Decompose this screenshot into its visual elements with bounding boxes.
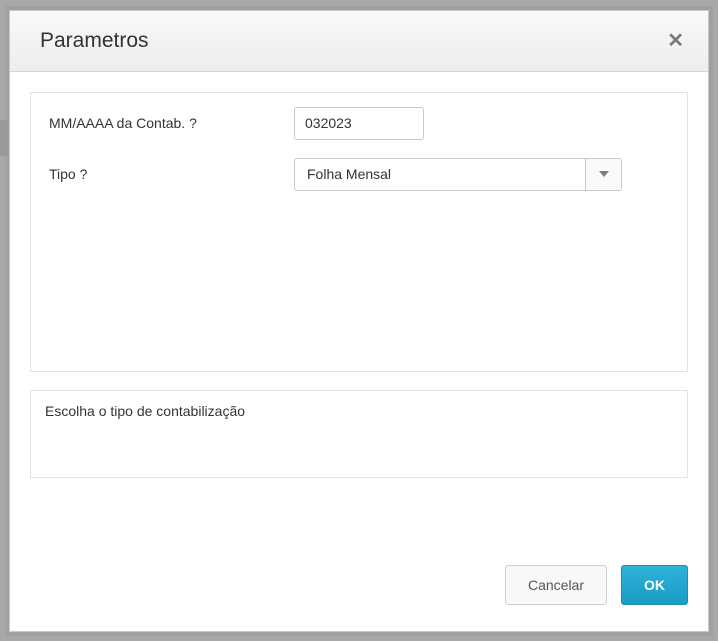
background-tab — [0, 120, 8, 156]
dialog-body: MM/AAAA da Contab. ? Tipo ? Folha Mensal… — [10, 72, 708, 541]
date-label: MM/AAAA da Contab. ? — [49, 115, 294, 131]
type-select[interactable]: Folha Mensal — [294, 158, 622, 191]
type-label: Tipo ? — [49, 166, 294, 182]
dialog-title: Parametros — [40, 29, 149, 53]
cancel-button[interactable]: Cancelar — [505, 565, 607, 605]
close-icon[interactable]: ✕ — [667, 31, 684, 51]
dialog-footer: Cancelar OK — [10, 541, 708, 631]
dialog-header: Parametros ✕ — [10, 11, 708, 72]
parameters-dialog: Parametros ✕ MM/AAAA da Contab. ? Tipo ?… — [9, 10, 709, 632]
form-area: MM/AAAA da Contab. ? Tipo ? Folha Mensal — [30, 92, 688, 372]
form-row-date: MM/AAAA da Contab. ? — [49, 107, 669, 140]
help-text: Escolha o tipo de contabilização — [30, 390, 688, 478]
type-select-value: Folha Mensal — [295, 159, 585, 190]
ok-button[interactable]: OK — [621, 565, 688, 605]
chevron-down-icon — [585, 159, 621, 190]
form-row-type: Tipo ? Folha Mensal — [49, 158, 669, 191]
date-input[interactable] — [294, 107, 424, 140]
